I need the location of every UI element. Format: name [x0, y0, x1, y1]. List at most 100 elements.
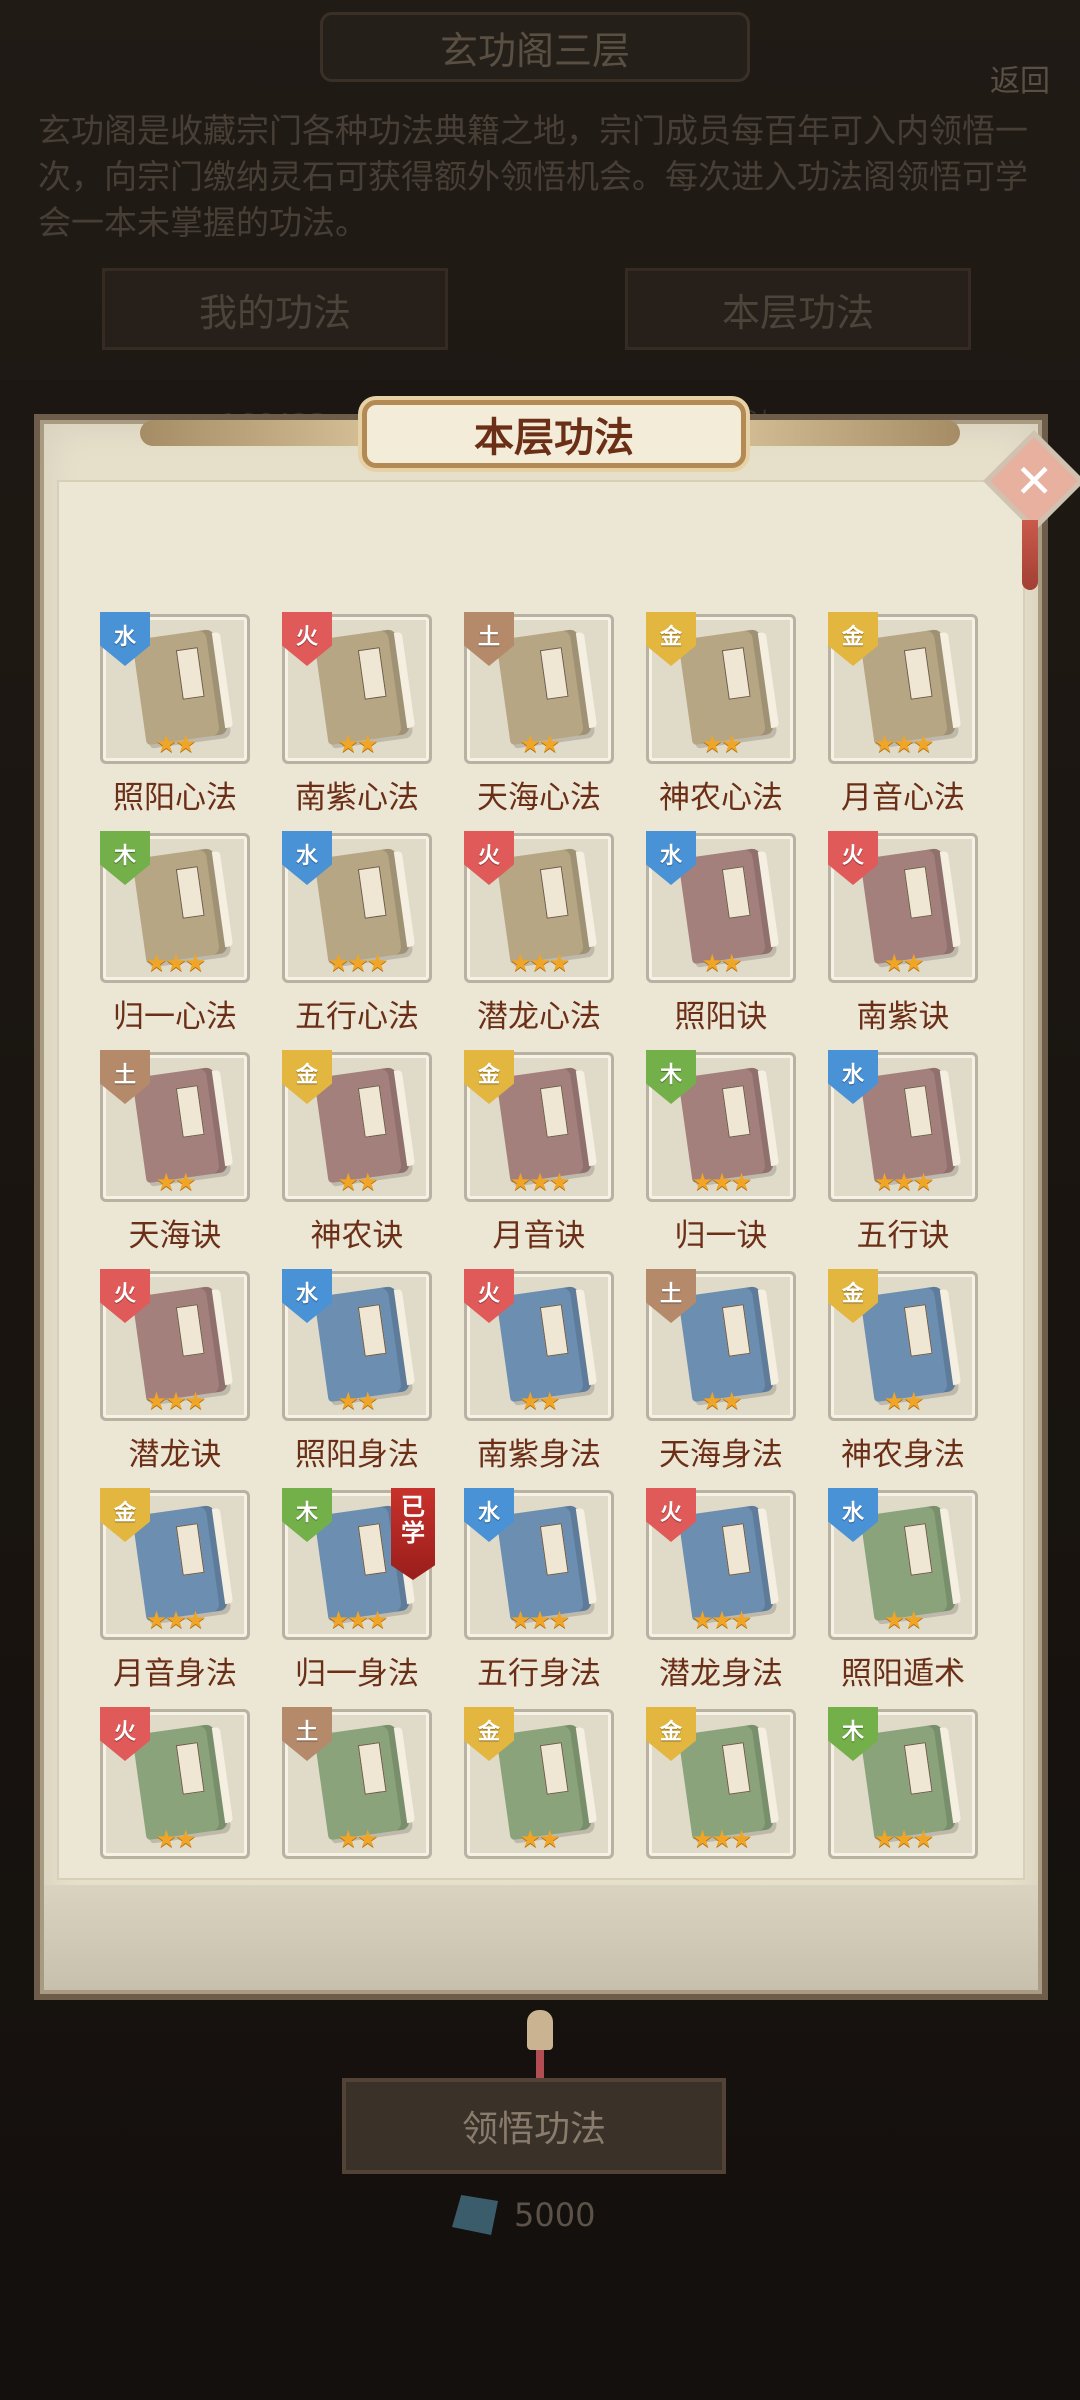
star-rating: ★★★ [145, 1606, 207, 1634]
intro-text: 玄功阁是收藏宗门各种功法典籍之地，宗门成员每百年可入内领悟一次，向宗门缴纳灵石可… [38, 111, 1028, 242]
book-label [175, 647, 205, 700]
book-label [357, 1304, 387, 1357]
book-label [721, 866, 751, 919]
spirit-stone-icon [452, 2195, 498, 2235]
star-rating: ★★ [337, 1825, 378, 1853]
technique-name: 照阳诀 [674, 999, 768, 1035]
technique-name: 月音身法 [113, 1656, 237, 1692]
star-rating: ★★★ [327, 1606, 389, 1634]
technique-name: 神农诀 [310, 1218, 404, 1254]
technique-name: 月音诀 [492, 1218, 586, 1254]
technique-name: 归一诀 [674, 1218, 768, 1254]
star-rating: ★★ [883, 1606, 924, 1634]
star-rating: ★★★ [145, 1387, 207, 1415]
learned-ribbon: 已学 [391, 1488, 435, 1580]
technique-name: 五行心法 [295, 999, 419, 1035]
technique-name: 照阳身法 [295, 1437, 419, 1473]
book-label [175, 1085, 205, 1138]
star-rating: ★★★ [873, 1168, 935, 1196]
star-rating: ★★★ [691, 1168, 753, 1196]
book-label [539, 1304, 569, 1357]
close-x-icon: ✕ [1014, 453, 1054, 508]
dialog-title: 本层功法 [362, 400, 746, 468]
title-ornament-left [140, 420, 370, 446]
tab-my-techniques[interactable]: 我的功法 [102, 268, 448, 350]
technique-name: 照阳心法 [113, 780, 237, 816]
star-rating: ★★ [337, 1168, 378, 1196]
star-rating: ★★★ [509, 1606, 571, 1634]
book-label [175, 1742, 205, 1795]
book-label [357, 1742, 387, 1795]
technique-name: 神农心法 [659, 780, 783, 816]
star-rating: ★★ [337, 730, 378, 758]
book-label [357, 1523, 387, 1576]
tab-floor-techniques[interactable]: 本层功法 [625, 268, 971, 350]
book-label [539, 1742, 569, 1795]
bell-icon [527, 2010, 553, 2050]
learned-char: 已 [401, 1493, 425, 1521]
book-label [539, 866, 569, 919]
book-label [721, 1304, 751, 1357]
book-label [903, 866, 933, 919]
star-rating: ★★ [883, 949, 924, 977]
technique-name: 月音心法 [841, 780, 965, 816]
cost-display: 5000 [452, 2190, 595, 2240]
technique-name: 南紫诀 [856, 999, 950, 1035]
technique-name: 五行诀 [856, 1218, 950, 1254]
star-rating: ★★ [155, 1168, 196, 1196]
book-label [903, 1085, 933, 1138]
star-rating: ★★★ [691, 1606, 753, 1634]
technique-name: 南紫心法 [295, 780, 419, 816]
star-rating: ★★★ [145, 949, 207, 977]
star-rating: ★★ [701, 1387, 742, 1415]
star-rating: ★★★ [509, 949, 571, 977]
cost-value: 5000 [514, 2196, 596, 2234]
star-rating: ★★ [337, 1387, 378, 1415]
book-label [721, 1523, 751, 1576]
book-label [903, 1304, 933, 1357]
star-rating: ★★★ [873, 1825, 935, 1853]
book-label [175, 866, 205, 919]
technique-name: 归一心法 [113, 999, 237, 1035]
book-label [357, 647, 387, 700]
technique-name: 神农身法 [841, 1437, 965, 1473]
title-ornament-right [730, 420, 960, 446]
book-label [539, 1523, 569, 1576]
star-rating: ★★ [701, 730, 742, 758]
scroll-bottom-roll [44, 1885, 1038, 1990]
book-label [539, 647, 569, 700]
technique-name: 归一身法 [295, 1656, 419, 1692]
star-rating: ★★★ [509, 1168, 571, 1196]
book-label [721, 1742, 751, 1795]
star-rating: ★★ [519, 1825, 560, 1853]
learned-char: 学 [401, 1519, 425, 1547]
star-rating: ★★ [155, 730, 196, 758]
book-label [721, 1085, 751, 1138]
star-rating: ★★ [701, 949, 742, 977]
back-button[interactable]: 返回 [980, 10, 1060, 100]
star-rating: ★★★ [691, 1825, 753, 1853]
technique-name: 照阳遁术 [841, 1656, 965, 1692]
book-label [175, 1523, 205, 1576]
technique-name: 潜龙诀 [128, 1437, 222, 1473]
star-rating: ★★ [883, 1387, 924, 1415]
book-label [721, 647, 751, 700]
book-label [357, 866, 387, 919]
tassel-ornament [1022, 520, 1038, 590]
book-label [903, 1742, 933, 1795]
book-label [357, 1085, 387, 1138]
star-rating: ★★ [519, 730, 560, 758]
star-rating: ★★ [519, 1387, 560, 1415]
book-label [175, 1304, 205, 1357]
comprehend-button[interactable]: 领悟功法 [342, 2078, 726, 2174]
technique-name: 潜龙心法 [477, 999, 601, 1035]
star-rating: ★★★ [327, 949, 389, 977]
book-label [539, 1085, 569, 1138]
page-title: 玄功阁三层 [320, 12, 750, 82]
technique-name: 南紫身法 [477, 1437, 601, 1473]
technique-name: 天海诀 [128, 1218, 222, 1254]
star-rating: ★★ [155, 1825, 196, 1853]
technique-name: 潜龙身法 [659, 1656, 783, 1692]
technique-name: 天海心法 [477, 780, 601, 816]
technique-name: 天海身法 [659, 1437, 783, 1473]
